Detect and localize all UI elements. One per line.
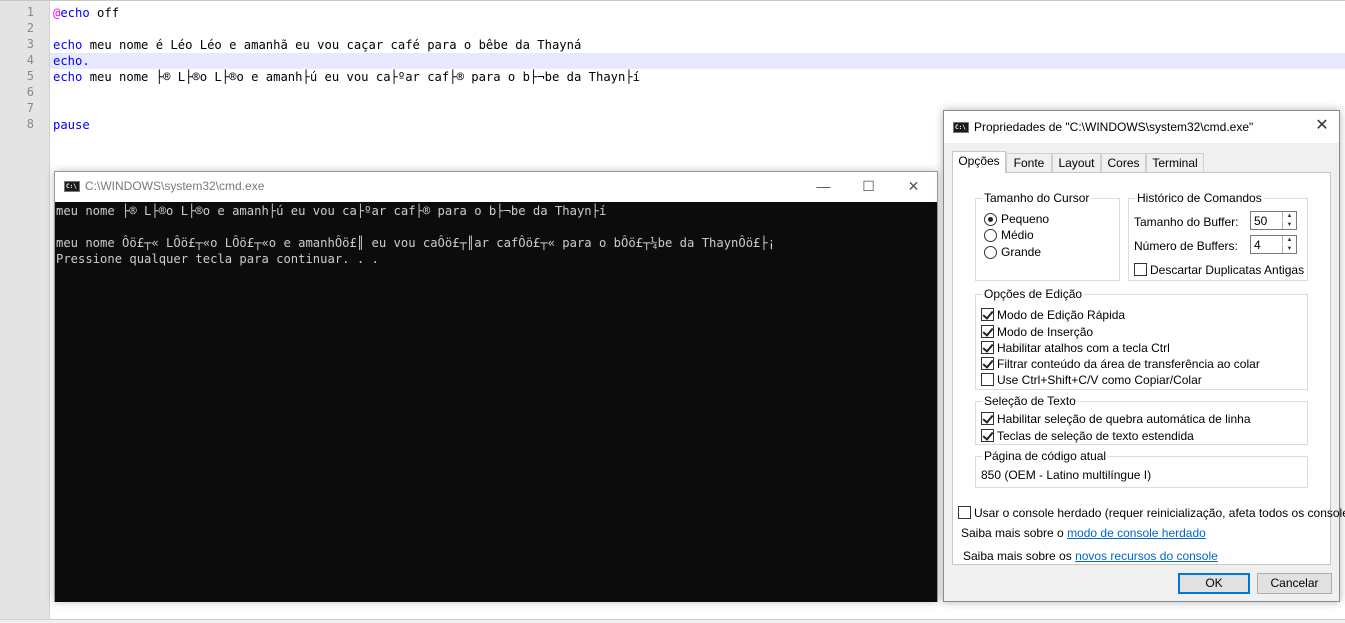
- dialog-title: Propriedades de "C:\WINDOWS\system32\cmd…: [974, 120, 1254, 134]
- discard-duplicates-checkbox[interactable]: [1134, 263, 1147, 276]
- cancel-button[interactable]: Cancelar: [1257, 573, 1332, 594]
- line-number: 8: [26, 117, 34, 131]
- tab-fonte[interactable]: Fonte: [1006, 153, 1052, 172]
- filter-clipboard-checkbox[interactable]: [981, 357, 994, 370]
- code-page-value: 850 (OEM - Latino multilíngue I): [981, 468, 1152, 482]
- radio-medio[interactable]: [984, 229, 997, 242]
- learn-more-new: Saiba mais sobre os novos recursos do co…: [963, 549, 1218, 563]
- checkbox-label[interactable]: Use Ctrl+Shift+C/V como Copiar/Colar: [997, 373, 1202, 387]
- cmd-app-icon: C:\: [953, 122, 969, 133]
- radio-label[interactable]: Pequeno: [1001, 212, 1049, 226]
- tab-opcoes[interactable]: Opções: [952, 151, 1006, 173]
- console-line: meu nome Ôö£┬« LÔö£┬«o LÔö£┬«o e amanhÔö…: [56, 236, 776, 250]
- checkbox-label[interactable]: Descartar Duplicatas Antigas: [1150, 263, 1304, 277]
- console-line: Pressione qualquer tecla para continuar.…: [56, 252, 379, 266]
- code-line-current[interactable]: echo.: [50, 53, 1345, 69]
- code-line[interactable]: [53, 21, 1345, 37]
- quick-edit-checkbox[interactable]: [981, 308, 994, 321]
- cmd-window[interactable]: C:\ C:\WINDOWS\system32\cmd.exe — ☐ ✕ me…: [54, 171, 938, 602]
- code-text: off: [89, 6, 120, 20]
- keyword: echo: [60, 6, 90, 20]
- group-legend: Página de código atual: [982, 449, 1109, 463]
- group-legend: Seleção de Texto: [982, 394, 1078, 408]
- group-legend: Opções de Edição: [982, 287, 1085, 301]
- legacy-console-checkbox[interactable]: [958, 506, 971, 519]
- cmd-title-bar[interactable]: C:\ C:\WINDOWS\system32\cmd.exe — ☐ ✕: [55, 172, 937, 202]
- properties-dialog[interactable]: C:\ Propriedades de "C:\WINDOWS\system32…: [943, 110, 1345, 602]
- num-buffers-label: Número de Buffers:: [1134, 239, 1238, 253]
- line-number: 5: [26, 69, 34, 83]
- checkbox-label[interactable]: Habilitar atalhos com a tecla Ctrl: [997, 341, 1170, 355]
- code-page-group: Página de código atual 850 (OEM - Latino…: [975, 449, 1308, 488]
- keyword: echo: [53, 38, 83, 52]
- radio-label[interactable]: Grande: [1001, 245, 1041, 259]
- num-buffers-stepper[interactable]: 4 ▲ ▼: [1250, 235, 1297, 254]
- keyword: echo.: [53, 54, 90, 68]
- close-button[interactable]: ✕: [891, 172, 936, 202]
- code-text: meu nome é Léo Léo e amanhã eu vou caçar…: [82, 38, 582, 52]
- close-icon[interactable]: ✕: [1305, 111, 1339, 143]
- up-arrow-icon[interactable]: ▲: [1282, 236, 1296, 244]
- radio-label[interactable]: Médio: [1001, 228, 1034, 242]
- checkbox-label[interactable]: Modo de Inserção: [997, 325, 1093, 339]
- line-wrap-selection-checkbox[interactable]: [981, 412, 994, 425]
- checkbox-label[interactable]: Filtrar conteúdo da área de transferênci…: [997, 357, 1260, 371]
- extended-selection-checkbox[interactable]: [981, 429, 994, 442]
- ok-button[interactable]: OK: [1178, 573, 1250, 594]
- tab-terminal[interactable]: Terminal: [1146, 153, 1204, 172]
- group-legend: Tamanho do Cursor: [982, 191, 1092, 205]
- options-panel: Tamanho do Cursor Pequeno Médio Grande H…: [952, 172, 1345, 565]
- tab-cores[interactable]: Cores: [1101, 153, 1146, 172]
- dialog-title-bar[interactable]: C:\ Propriedades de "C:\WINDOWS\system32…: [944, 111, 1339, 143]
- line-number: 2: [26, 21, 34, 35]
- code-line[interactable]: echo meu nome é Léo Léo e amanhã eu vou …: [53, 37, 1345, 53]
- down-arrow-icon[interactable]: ▼: [1282, 245, 1296, 253]
- insert-mode-checkbox[interactable]: [981, 325, 994, 338]
- ctrl-shortcuts-checkbox[interactable]: [981, 341, 994, 354]
- line-number: 6: [26, 85, 34, 99]
- checkbox-label[interactable]: Modo de Edição Rápida: [997, 308, 1125, 322]
- minimize-button[interactable]: —: [801, 172, 846, 202]
- checkbox-label[interactable]: Teclas de seleção de texto estendida: [997, 429, 1194, 443]
- edit-options-group: Opções de Edição Modo de Edição Rápida M…: [975, 287, 1308, 390]
- console-output[interactable]: meu nome ├® L├®o L├®o e amanh├ú eu vou c…: [55, 202, 937, 602]
- keyword: echo: [53, 70, 83, 84]
- legacy-console-link[interactable]: modo de console herdado: [1067, 526, 1206, 540]
- cmd-window-title: C:\WINDOWS\system32\cmd.exe: [85, 179, 265, 193]
- radio-grande[interactable]: [984, 246, 997, 259]
- console-line: meu nome ├® L├®o L├®o e amanh├ú eu vou c…: [56, 204, 607, 218]
- code-line[interactable]: echo meu nome ├® L├®o L├®o e amanh├ú eu …: [53, 69, 1345, 85]
- command-history-group: Histórico de Comandos Tamanho do Buffer:…: [1128, 191, 1308, 281]
- line-number-gutter: 1 2 3 4 5 6 7 8: [0, 1, 50, 619]
- buffer-size-stepper[interactable]: 50 ▲ ▼: [1250, 211, 1297, 230]
- line-number: 4: [26, 53, 34, 67]
- cursor-size-group: Tamanho do Cursor Pequeno Médio Grande: [975, 191, 1120, 281]
- group-legend: Histórico de Comandos: [1135, 191, 1264, 205]
- code-line[interactable]: @echo off: [53, 5, 1345, 21]
- line-number: 1: [26, 5, 34, 19]
- status-bar: [0, 619, 1345, 623]
- ctrl-shift-cv-checkbox[interactable]: [981, 373, 994, 386]
- text-selection-group: Seleção de Texto Habilitar seleção de qu…: [975, 394, 1308, 445]
- cmd-app-icon: C:\: [64, 181, 80, 192]
- down-arrow-icon[interactable]: ▼: [1282, 221, 1296, 229]
- checkbox-label[interactable]: Usar o console herdado (requer reinicial…: [974, 506, 1345, 520]
- keyword: pause: [53, 118, 90, 132]
- line-number: 3: [26, 37, 34, 51]
- up-arrow-icon[interactable]: ▲: [1282, 212, 1296, 220]
- new-features-link[interactable]: novos recursos do console: [1075, 549, 1218, 563]
- tab-layout[interactable]: Layout: [1052, 153, 1101, 172]
- code-text: meu nome ├® L├®o L├®o e amanh├ú eu vou c…: [82, 70, 641, 84]
- line-number: 7: [26, 101, 34, 115]
- radio-pequeno[interactable]: [984, 213, 997, 226]
- learn-more-legacy: Saiba mais sobre o modo de console herda…: [961, 526, 1206, 540]
- buffer-size-label: Tamanho do Buffer:: [1134, 215, 1239, 229]
- checkbox-label[interactable]: Habilitar seleção de quebra automática d…: [997, 412, 1251, 426]
- maximize-button[interactable]: ☐: [846, 172, 891, 202]
- code-line[interactable]: [53, 85, 1345, 101]
